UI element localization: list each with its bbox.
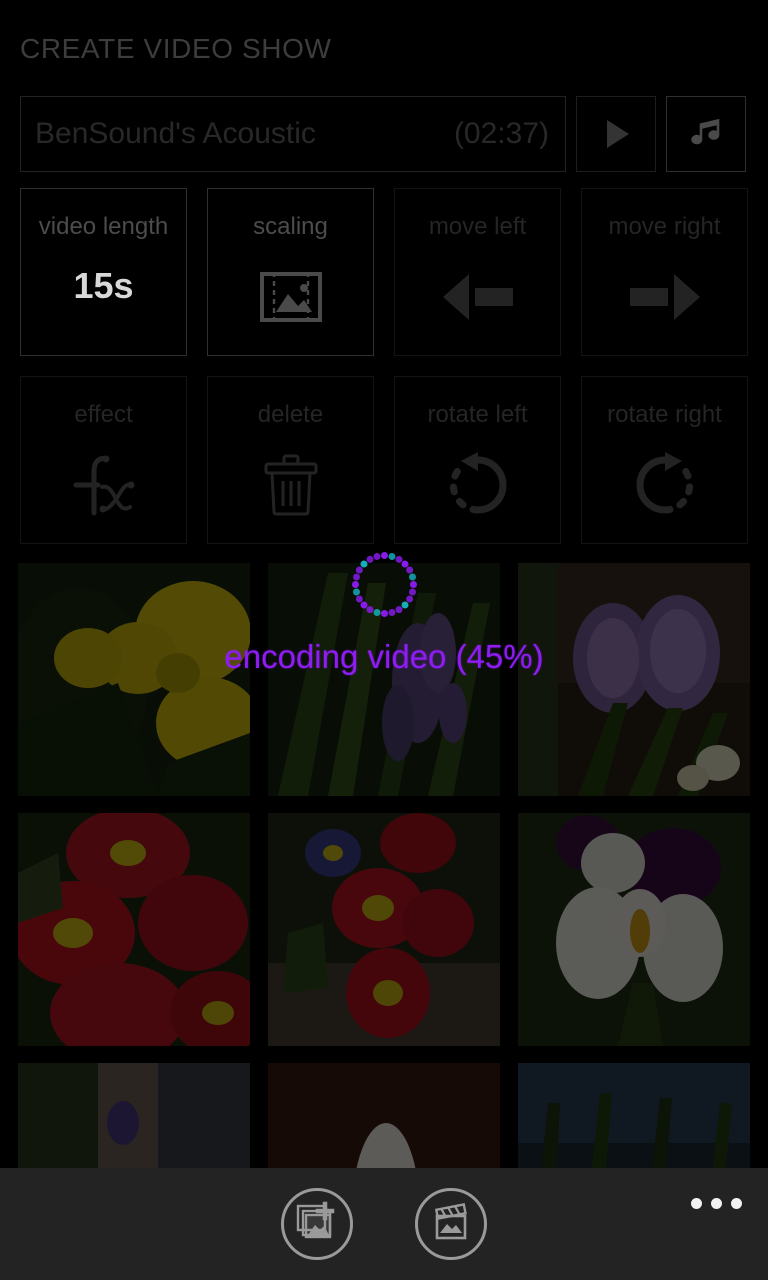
photo-thumbnail[interactable] (268, 813, 500, 1046)
tile-label: move right (608, 213, 721, 240)
trash-icon (208, 449, 373, 521)
play-music-button[interactable] (576, 96, 656, 172)
page-content: CREATE VIDEO SHOW BenSound's Acoustic (0… (0, 0, 768, 1280)
tile-label: effect (74, 401, 133, 428)
photo-thumbnail[interactable] (18, 813, 250, 1046)
music-row: BenSound's Acoustic (02:37) (20, 96, 748, 172)
app-root: CREATE VIDEO SHOW BenSound's Acoustic (0… (0, 0, 768, 1280)
tile-label: scaling (253, 213, 328, 240)
photo-art (268, 563, 500, 796)
tile-move-right[interactable]: move right (581, 188, 748, 356)
tile-move-left[interactable]: move left (394, 188, 561, 356)
music-track-duration: (02:37) (453, 117, 549, 150)
tile-label: delete (257, 401, 324, 428)
photo-thumbnail[interactable] (518, 563, 750, 796)
music-track-name: BenSound's Acoustic (35, 117, 316, 150)
photo-art (518, 563, 750, 796)
photo-thumbnail[interactable] (518, 813, 750, 1046)
edit-tiles-grid: video length 15s scaling move left move … (20, 188, 748, 544)
rotate-right-icon (582, 449, 747, 521)
image-crop-icon (208, 261, 373, 333)
app-bar (0, 1168, 768, 1280)
arrow-left-icon (395, 261, 560, 333)
fx-icon (21, 449, 186, 521)
rotate-left-icon (395, 449, 560, 521)
tile-rotate-right[interactable]: rotate right (581, 376, 748, 544)
ellipsis-icon (711, 1198, 722, 1209)
music-note-icon (686, 112, 726, 157)
tile-rotate-left[interactable]: rotate left (394, 376, 561, 544)
page-title: CREATE VIDEO SHOW (20, 33, 332, 64)
photo-art (18, 563, 250, 796)
video-length-value: 15s (73, 265, 134, 306)
tile-effect[interactable]: effect (20, 376, 187, 544)
pick-music-button[interactable] (666, 96, 746, 172)
tile-label: rotate right (607, 401, 722, 428)
photo-art (268, 813, 500, 1046)
arrow-right-icon (582, 261, 747, 333)
add-photos-button[interactable] (281, 1188, 353, 1260)
tile-label: video length (38, 213, 169, 240)
tile-label: rotate left (427, 401, 528, 428)
tile-scaling[interactable]: scaling (207, 188, 374, 356)
music-track-field[interactable]: BenSound's Acoustic (02:37) (20, 96, 566, 172)
photo-thumbnail[interactable] (268, 563, 500, 796)
app-bar-buttons (0, 1188, 768, 1260)
tile-delete[interactable]: delete (207, 376, 374, 544)
photo-thumbnail[interactable] (18, 563, 250, 796)
add-photos-icon (295, 1200, 339, 1249)
photo-art (518, 813, 750, 1046)
ellipsis-icon (691, 1198, 702, 1209)
tile-label: move left (428, 213, 527, 240)
more-options-button[interactable] (691, 1198, 742, 1209)
movie-clapper-icon (429, 1200, 473, 1249)
create-movie-button[interactable] (415, 1188, 487, 1260)
play-icon (607, 120, 629, 148)
ellipsis-icon (731, 1198, 742, 1209)
photo-art (18, 813, 250, 1046)
tile-video-length[interactable]: video length 15s (20, 188, 187, 356)
